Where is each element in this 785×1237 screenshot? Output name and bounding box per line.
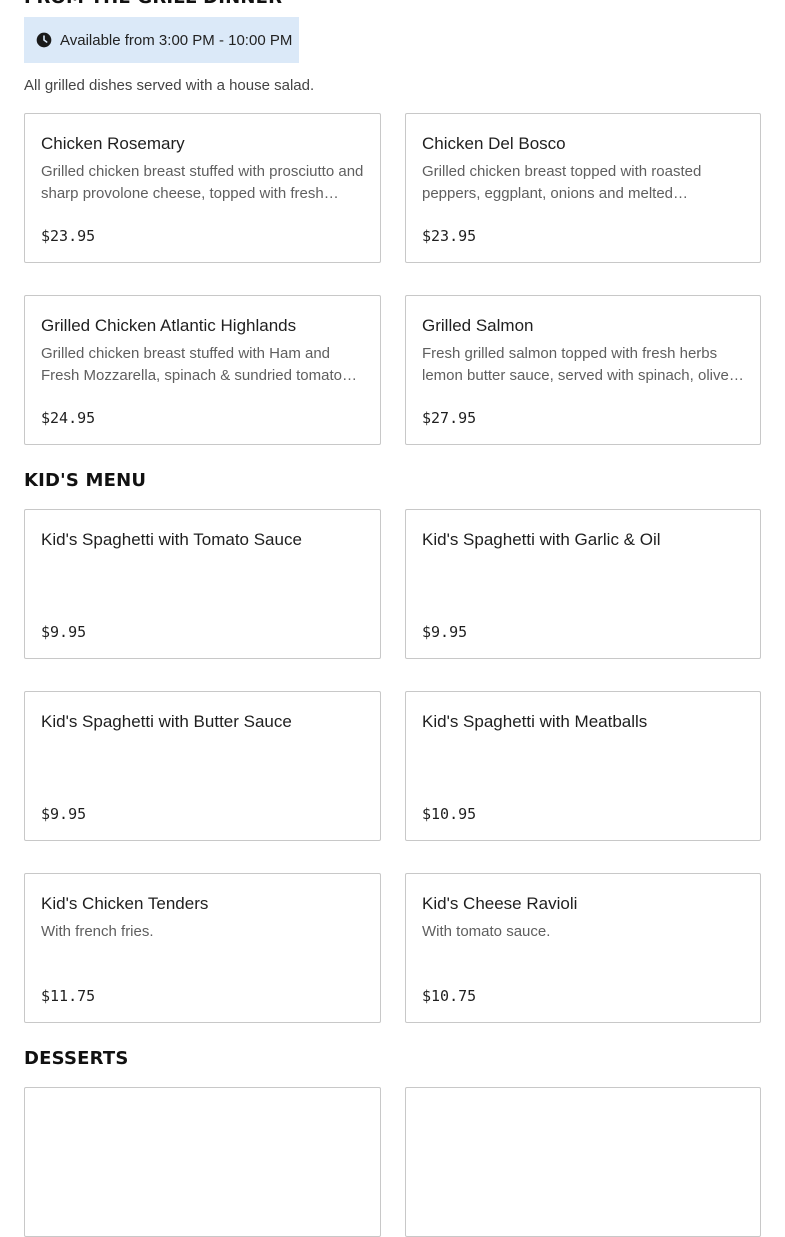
menu-item-price: $10.95 (422, 805, 477, 823)
menu-item-card[interactable]: Grilled Salmon Fresh grilled salmon topp… (405, 295, 761, 445)
menu-item-price: $27.95 (422, 409, 477, 427)
menu-item-price: $23.95 (422, 227, 477, 245)
menu-item-price: $24.95 (41, 409, 96, 427)
menu-item-card[interactable]: Kid's Cheese Ravioli With tomato sauce. … (405, 873, 761, 1023)
menu-item-name: Kid's Spaghetti with Meatballs (422, 712, 648, 731)
menu-item-card[interactable]: Kid's Chicken Tenders With french fries.… (24, 873, 381, 1023)
menu-item-card[interactable]: Chicken Del Bosco Grilled chicken breast… (405, 113, 761, 263)
grill-note: All grilled dishes served with a house s… (24, 77, 315, 94)
section-title-grill: FROM THE GRILL DINNER (24, 0, 282, 8)
clock-icon (36, 32, 52, 48)
menu-item-description: Grilled chicken breast topped with roast… (422, 163, 702, 202)
desserts-items-grid (24, 1087, 761, 1237)
menu-item-card[interactable]: Kid's Spaghetti with Meatballs $10.95 (405, 691, 761, 841)
menu-item-name: Grilled Chicken Atlantic Highlands (41, 316, 297, 335)
menu-item-name: Kid's Cheese Ravioli (422, 894, 578, 913)
menu-item-card[interactable] (405, 1087, 761, 1237)
menu-item-name: Kid's Spaghetti with Garlic & Oil (422, 530, 661, 549)
menu-item-name: Chicken Del Bosco (422, 134, 566, 153)
menu-item-card[interactable]: Kid's Spaghetti with Butter Sauce $9.95 (24, 691, 381, 841)
menu-item-description: Grilled chicken breast stuffed with Ham … (41, 345, 362, 384)
menu-item-card[interactable] (24, 1087, 381, 1237)
menu-item-price: $11.75 (41, 987, 96, 1005)
menu-item-name: Kid's Chicken Tenders (41, 894, 209, 913)
grill-items-grid: Chicken Rosemary Grilled chicken breast … (24, 113, 761, 445)
menu-item-card[interactable]: Kid's Spaghetti with Tomato Sauce $9.95 (24, 509, 381, 659)
menu-item-price: $9.95 (422, 623, 468, 641)
availability-text: Available from 3:00 PM - 10:00 PM (60, 31, 293, 49)
menu-item-description: Fresh grilled salmon topped with fresh h… (422, 345, 729, 384)
menu-item-name: Grilled Salmon (422, 316, 534, 335)
menu-item-description: With french fries. (41, 923, 154, 940)
menu-item-card[interactable]: Chicken Rosemary Grilled chicken breast … (24, 113, 381, 263)
menu-item-name: Kid's Spaghetti with Butter Sauce (41, 712, 292, 731)
menu-item-name: Kid's Spaghetti with Tomato Sauce (41, 530, 302, 549)
menu-item-card[interactable]: Grilled Chicken Atlantic Highlands Grill… (24, 295, 381, 445)
menu-item-price: $10.75 (422, 987, 477, 1005)
kids-items-grid: Kid's Spaghetti with Tomato Sauce $9.95 … (24, 509, 761, 1023)
menu-item-price: $9.95 (41, 805, 87, 823)
section-title-kids-menu: KID'S MENU (24, 470, 147, 491)
menu-item-card[interactable]: Kid's Spaghetti with Garlic & Oil $9.95 (405, 509, 761, 659)
menu-item-name: Chicken Rosemary (41, 134, 185, 153)
menu-item-price: $9.95 (41, 623, 87, 641)
menu-item-price: $23.95 (41, 227, 96, 245)
menu-item-description: Grilled chicken breast stuffed with pros… (41, 163, 364, 202)
menu-item-description: With tomato sauce. (422, 923, 551, 940)
availability-banner: Available from 3:00 PM - 10:00 PM (24, 17, 299, 63)
section-title-desserts: DESSERTS (24, 1048, 129, 1069)
